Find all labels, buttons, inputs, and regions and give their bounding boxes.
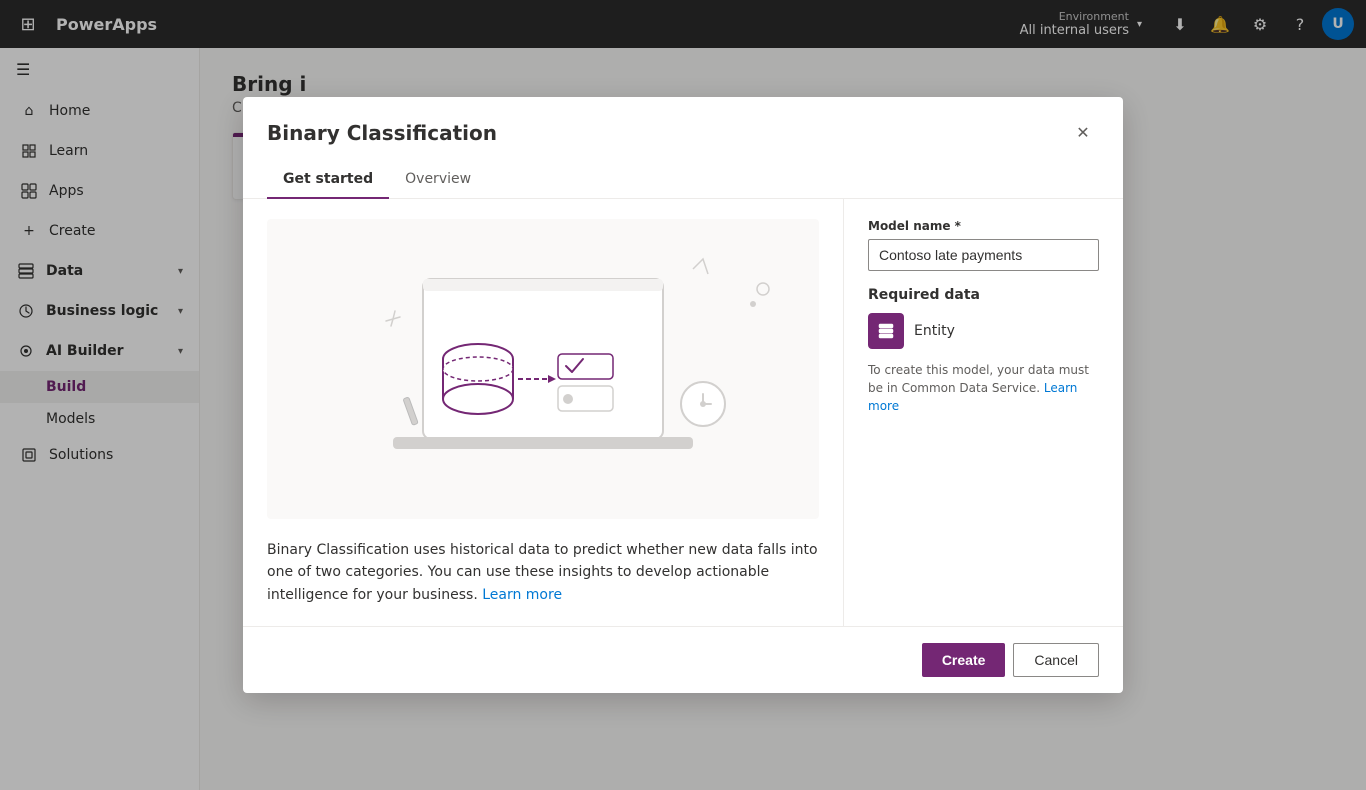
modal-right-panel: Model name * Required data Entity To cre (843, 199, 1123, 626)
cds-learn-more-link[interactable]: Learn more (868, 381, 1077, 413)
modal-body: Binary Classification uses historical da… (243, 199, 1123, 626)
modal-header: Binary Classification ✕ (243, 97, 1123, 149)
modal: Binary Classification ✕ Get started Over… (243, 97, 1123, 693)
modal-tabs: Get started Overview (243, 161, 1123, 199)
required-data-title: Required data (868, 287, 1099, 303)
modal-overlay[interactable]: Binary Classification ✕ Get started Over… (0, 0, 1366, 790)
entity-icon (868, 313, 904, 349)
cancel-button[interactable]: Cancel (1013, 643, 1099, 677)
description-learn-more-link[interactable]: Learn more (482, 587, 562, 603)
entity-label: Entity (914, 323, 955, 339)
modal-title: Binary Classification (267, 121, 497, 145)
modal-footer: Create Cancel (243, 626, 1123, 693)
tab-overview[interactable]: Overview (389, 161, 487, 199)
cds-info-text: To create this model, your data must be … (868, 361, 1099, 415)
create-button[interactable]: Create (922, 643, 1006, 677)
model-name-input[interactable] (868, 239, 1099, 271)
modal-close-button[interactable]: ✕ (1067, 117, 1099, 149)
model-name-label: Model name * (868, 219, 1099, 233)
model-illustration (267, 219, 819, 519)
tab-get-started[interactable]: Get started (267, 161, 389, 199)
entity-chip: Entity (868, 313, 1099, 349)
modal-description: Binary Classification uses historical da… (267, 539, 819, 606)
modal-left-panel: Binary Classification uses historical da… (243, 199, 843, 626)
